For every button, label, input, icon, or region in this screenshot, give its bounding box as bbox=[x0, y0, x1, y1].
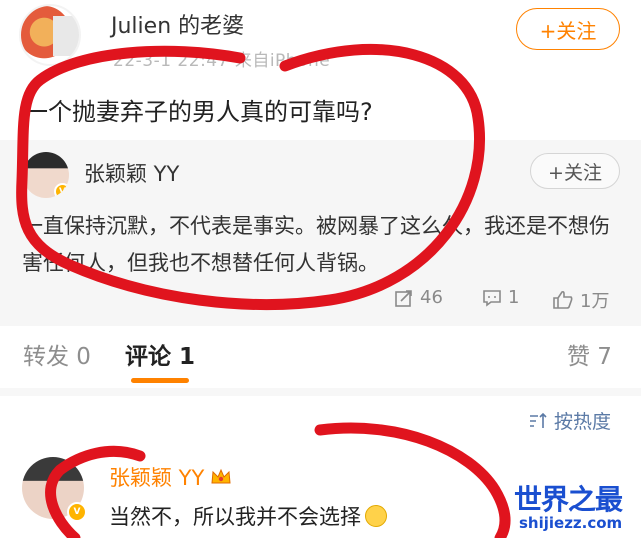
sort-by-hot-button[interactable]: 按热度 bbox=[528, 407, 611, 434]
post-author-name[interactable]: Julien 的老婆 bbox=[111, 8, 244, 40]
verified-badge-icon: V bbox=[67, 502, 87, 522]
like-count-button[interactable]: 1万 bbox=[552, 287, 609, 313]
section-divider bbox=[0, 388, 641, 396]
comment-author-avatar[interactable]: V bbox=[22, 457, 87, 522]
watermark-logo-text: 世界之最 bbox=[514, 483, 623, 516]
post-author-avatar[interactable] bbox=[19, 4, 81, 66]
repost-icon bbox=[395, 289, 412, 307]
tab-reposts[interactable]: 转发 0 bbox=[23, 337, 91, 371]
like-count: 1万 bbox=[580, 291, 610, 312]
active-tab-indicator bbox=[131, 378, 189, 383]
comment-author[interactable]: 张颖颖 YY bbox=[109, 462, 232, 492]
watermark-url: shijiezz.com bbox=[519, 514, 623, 532]
repost-text: 一直保持沉默，不代表是事实。被网暴了这么久，我还是不想伤害任何人，但我也不想替任… bbox=[22, 214, 610, 275]
repost-author-name[interactable]: 张颖颖 YY bbox=[84, 158, 179, 188]
repost-count-button[interactable]: 46 bbox=[394, 287, 443, 308]
follow-button-repost-author[interactable]: +关注 bbox=[530, 153, 620, 189]
repost-author-avatar[interactable]: V bbox=[23, 152, 69, 198]
comment-body: 当然不，所以我并不会选择 bbox=[109, 505, 361, 529]
comment-icon bbox=[483, 289, 501, 307]
verified-badge-icon: V bbox=[54, 183, 69, 198]
comment-count: 1 bbox=[508, 287, 520, 308]
comment-author-name: 张颖颖 YY bbox=[109, 466, 205, 490]
tab-comments[interactable]: 评论 1 bbox=[125, 337, 195, 371]
sort-icon bbox=[530, 412, 547, 428]
sort-label: 按热度 bbox=[554, 411, 612, 433]
comment-text: 当然不，所以我并不会选择 bbox=[109, 501, 387, 531]
post-meta: 22-3-1 22:47 来自iPhone bbox=[113, 51, 331, 71]
repost-count: 46 bbox=[420, 287, 443, 308]
crown-icon bbox=[211, 468, 231, 484]
comment-count-button[interactable]: 1 bbox=[482, 287, 519, 308]
crying-laughing-emoji-icon bbox=[365, 505, 387, 527]
follow-button-post-author[interactable]: +关注 bbox=[516, 8, 620, 50]
post-text: 一个抛妻弃子的男人真的可靠吗? bbox=[24, 98, 373, 126]
thumbs-up-icon bbox=[553, 290, 573, 309]
tab-likes[interactable]: 赞 7 bbox=[567, 337, 612, 371]
